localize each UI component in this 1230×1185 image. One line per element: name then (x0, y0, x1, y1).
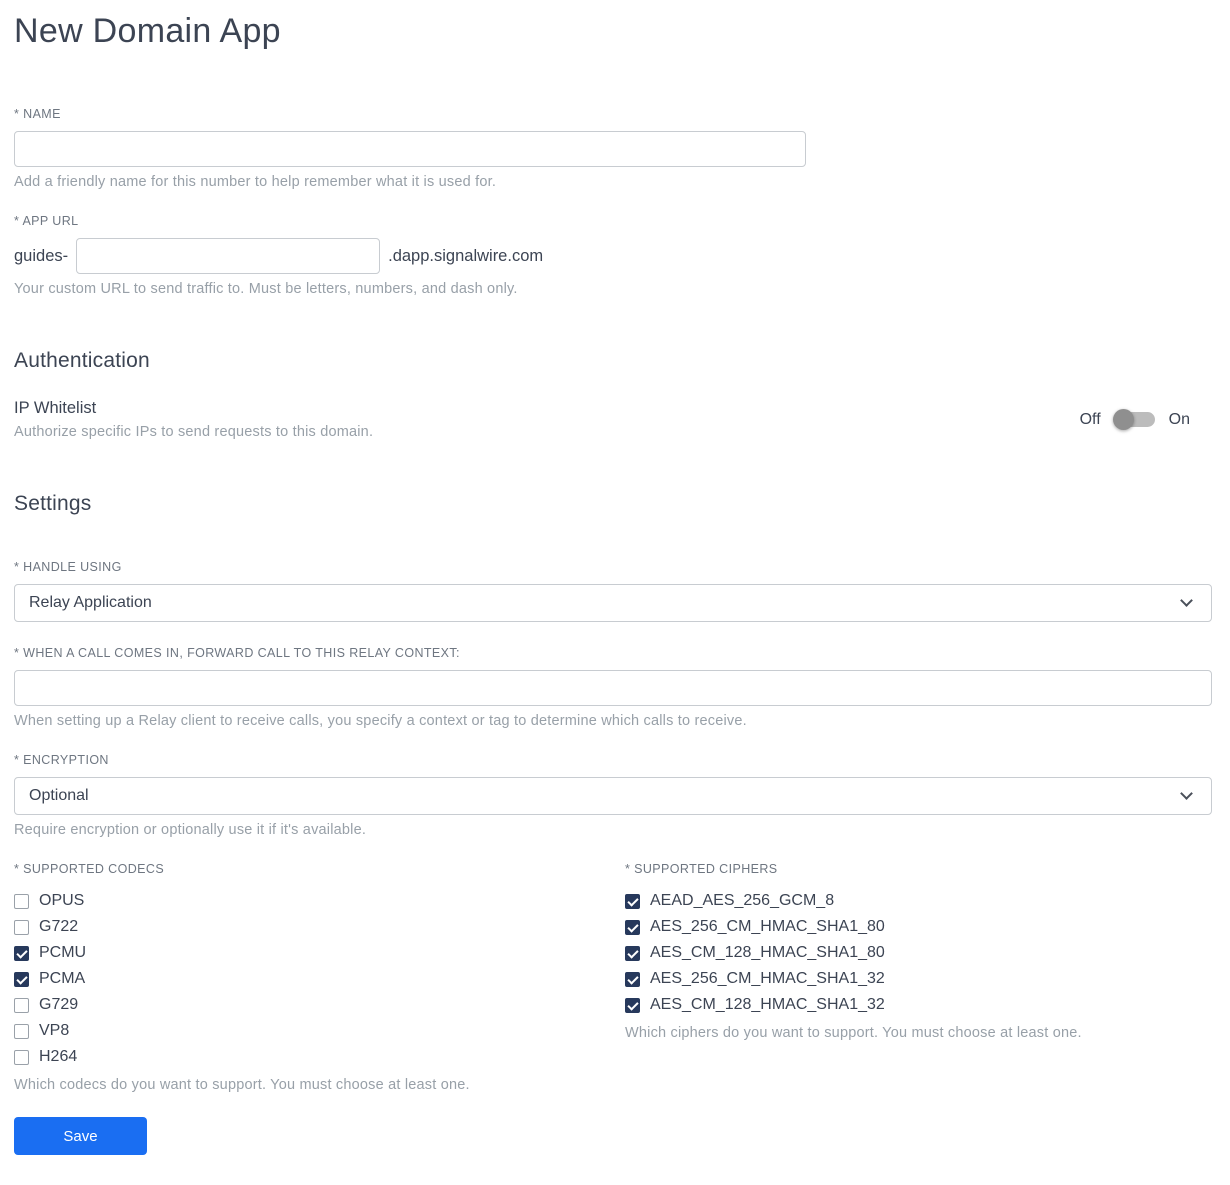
relay-context-input[interactable] (14, 670, 1212, 706)
supported-codecs-group: * SUPPORTED CODECS OPUS G722 PCMU PCMA G… (14, 862, 625, 1093)
codec-label: PCMU (39, 944, 87, 961)
encryption-select[interactable]: Optional (14, 777, 1212, 815)
app-url-suffix: .dapp.signalwire.com (388, 246, 544, 265)
cipher-row-4[interactable]: AES_256_CM_HMAC_SHA1_32 (625, 966, 1212, 992)
name-help-text: Add a friendly name for this number to h… (14, 174, 497, 190)
codec-label: PCMA (39, 970, 86, 987)
handle-using-field-group: * HANDLE USING Relay Application (14, 560, 1212, 622)
supported-ciphers-group: * SUPPORTED CIPHERS AEAD_AES_256_GCM_8 A… (625, 862, 1212, 1093)
app-url-help-text: Your custom URL to send traffic to. Must… (14, 281, 518, 297)
checkbox-icon[interactable] (14, 1049, 29, 1065)
checkbox-icon[interactable] (625, 945, 640, 961)
checkbox-icon[interactable] (14, 1023, 29, 1039)
name-field-group: * NAME Add a friendly name for this numb… (14, 107, 1212, 190)
codec-pcma-row[interactable]: PCMA (14, 966, 625, 992)
codec-opus-row[interactable]: OPUS (14, 888, 625, 914)
ip-whitelist-help-text: Authorize specific IPs to send requests … (14, 424, 374, 440)
codec-g722-row[interactable]: G722 (14, 914, 625, 940)
authentication-heading: Authentication (14, 349, 150, 372)
ip-whitelist-toggle[interactable] (1112, 409, 1155, 430)
handle-using-value: Relay Application (29, 594, 152, 611)
codec-label: H264 (39, 1048, 78, 1065)
checkbox-icon[interactable] (14, 997, 29, 1013)
chevron-down-icon (1180, 594, 1193, 607)
page-title: New Domain App (14, 12, 281, 50)
codec-g729-row[interactable]: G729 (14, 992, 625, 1018)
cipher-label: AES_CM_128_HMAC_SHA1_32 (650, 996, 885, 1013)
handle-using-select[interactable]: Relay Application (14, 584, 1212, 622)
checkbox-icon[interactable] (14, 945, 29, 961)
cipher-label: AES_CM_128_HMAC_SHA1_80 (650, 944, 885, 961)
app-url-label: * APP URL (14, 214, 79, 228)
toggle-off-label: Off (1079, 410, 1101, 428)
encryption-label: * ENCRYPTION (14, 753, 109, 767)
app-url-prefix: guides- (14, 246, 69, 265)
cipher-label: AES_256_CM_HMAC_SHA1_32 (650, 970, 885, 987)
supported-ciphers-label: * SUPPORTED CIPHERS (625, 862, 778, 876)
codecs-help-text: Which codecs do you want to support. You… (14, 1077, 470, 1093)
checkbox-icon[interactable] (14, 893, 29, 909)
name-label: * NAME (14, 107, 61, 121)
codecs-checklist: OPUS G722 PCMU PCMA G729 VP8 H264 (14, 888, 625, 1070)
cipher-row-5[interactable]: AES_CM_128_HMAC_SHA1_32 (625, 992, 1212, 1018)
codecs-ciphers-columns: * SUPPORTED CODECS OPUS G722 PCMU PCMA G… (14, 862, 1212, 1093)
encryption-field-group: * ENCRYPTION Optional Require encryption… (14, 753, 1212, 838)
cipher-row-2[interactable]: AES_256_CM_HMAC_SHA1_80 (625, 914, 1212, 940)
save-button[interactable]: Save (14, 1117, 147, 1155)
encryption-value: Optional (29, 787, 89, 804)
codec-vp8-row[interactable]: VP8 (14, 1018, 625, 1044)
ip-whitelist-toggle-group: Off On (1079, 409, 1212, 430)
ciphers-help-text: Which ciphers do you want to support. Yo… (625, 1025, 1082, 1041)
ip-whitelist-label: IP Whitelist (14, 399, 97, 417)
codec-label: G729 (39, 996, 79, 1013)
checkbox-icon[interactable] (625, 971, 640, 987)
ciphers-checklist: AEAD_AES_256_GCM_8 AES_256_CM_HMAC_SHA1_… (625, 888, 1212, 1018)
encryption-help-text: Require encryption or optionally use it … (14, 822, 367, 838)
ip-whitelist-row: IP Whitelist Authorize specific IPs to s… (14, 399, 1212, 440)
handle-using-label: * HANDLE USING (14, 560, 122, 574)
checkbox-icon[interactable] (625, 997, 640, 1013)
toggle-on-label: On (1168, 410, 1190, 428)
checkbox-icon[interactable] (625, 893, 640, 909)
supported-codecs-label: * SUPPORTED CODECS (14, 862, 165, 876)
app-url-input[interactable] (76, 238, 381, 274)
cipher-label: AES_256_CM_HMAC_SHA1_80 (650, 918, 885, 935)
codec-pcmu-row[interactable]: PCMU (14, 940, 625, 966)
checkbox-icon[interactable] (625, 919, 640, 935)
relay-context-help-text: When setting up a Relay client to receiv… (14, 713, 747, 729)
new-domain-app-page: New Domain App * NAME Add a friendly nam… (0, 0, 1230, 1185)
app-url-field-group: * APP URL guides- .dapp.signalwire.com Y… (14, 214, 1212, 297)
cipher-label: AEAD_AES_256_GCM_8 (650, 892, 835, 909)
settings-heading: Settings (14, 492, 92, 515)
codec-h264-row[interactable]: H264 (14, 1044, 625, 1070)
name-input[interactable] (14, 131, 806, 167)
cipher-row-1[interactable]: AEAD_AES_256_GCM_8 (625, 888, 1212, 914)
cipher-row-3[interactable]: AES_CM_128_HMAC_SHA1_80 (625, 940, 1212, 966)
codec-label: OPUS (39, 892, 85, 909)
relay-context-label: * WHEN A CALL COMES IN, FORWARD CALL TO … (14, 646, 460, 660)
checkbox-icon[interactable] (14, 971, 29, 987)
chevron-down-icon (1180, 787, 1193, 800)
codec-label: VP8 (39, 1022, 70, 1039)
toggle-knob-icon (1112, 409, 1134, 430)
checkbox-icon[interactable] (14, 919, 29, 935)
app-url-row: guides- .dapp.signalwire.com (14, 238, 1212, 274)
ip-whitelist-text: IP Whitelist Authorize specific IPs to s… (14, 399, 373, 440)
codec-label: G722 (39, 918, 79, 935)
relay-context-field-group: * WHEN A CALL COMES IN, FORWARD CALL TO … (14, 646, 1212, 729)
